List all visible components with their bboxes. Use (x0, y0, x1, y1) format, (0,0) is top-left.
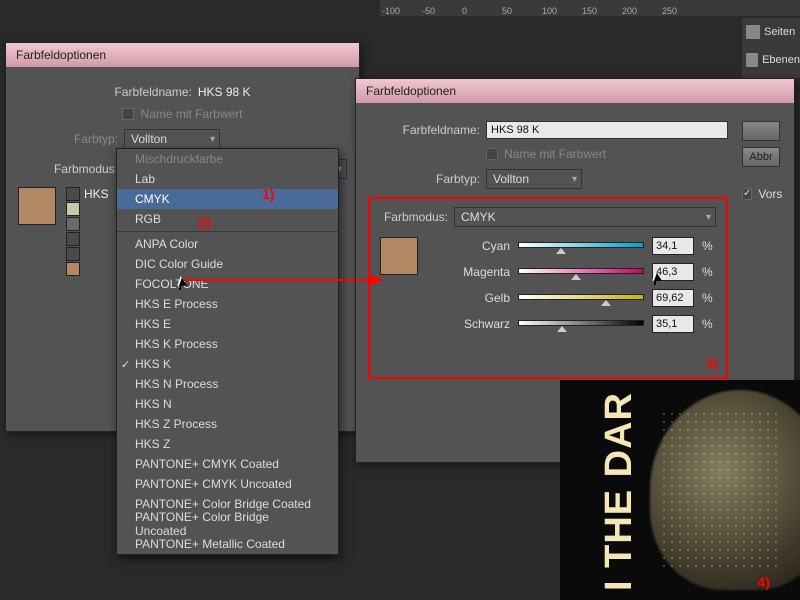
name-with-value-checkbox (122, 108, 134, 120)
dropdown-item[interactable]: HKS E (117, 314, 338, 334)
slider-label: Magenta (428, 265, 510, 279)
ok-button[interactable] (742, 121, 780, 141)
percent-label: % (702, 291, 716, 305)
layers-icon (746, 53, 758, 67)
slider-value-input[interactable]: 34,1 (652, 237, 694, 255)
dropdown-item[interactable]: HKS N Process (117, 374, 338, 394)
dropdown-item[interactable]: CMYK (117, 189, 338, 209)
dialog-title: Farbfeldoptionen (366, 84, 456, 98)
name-with-value-label: Name mit Farbwert (140, 107, 242, 121)
dropdown-item[interactable]: HKS E Process (117, 294, 338, 314)
percent-label: % (702, 265, 716, 279)
name-with-value-checkbox (486, 148, 498, 160)
cmyk-slider-row: Cyan 34,1 % (428, 237, 716, 255)
panel-tab-label: Seiten (764, 26, 795, 38)
dialog-title: Farbfeldoptionen (16, 48, 106, 62)
dropdown-item[interactable]: PANTONE+ CMYK Uncoated (117, 474, 338, 494)
annotation-arrow (184, 270, 384, 290)
cancel-button[interactable]: Abbr (742, 147, 780, 167)
slider-k[interactable] (518, 320, 644, 328)
panel-tabs: Seiten Ebenen (742, 18, 800, 78)
preview-label: Vors (758, 187, 782, 201)
swatch-name-label: Farbfeldname: (114, 85, 191, 99)
swatch-preview (18, 187, 56, 225)
color-type-select[interactable]: Vollton (486, 169, 582, 189)
dialog-titlebar[interactable]: Farbfeldoptionen (356, 79, 794, 103)
dropdown-item[interactable]: RGB (117, 209, 338, 229)
preview-checkbox[interactable] (742, 188, 752, 200)
color-mode-label: Farbmodus: (18, 162, 118, 176)
dropdown-item[interactable]: HKS Z Process (117, 414, 338, 434)
percent-label: % (702, 239, 716, 253)
dropdown-item[interactable]: HKS K (117, 354, 338, 374)
color-type-select: Vollton (124, 129, 220, 149)
swatch-list: HKS (66, 187, 109, 276)
name-with-value-label: Name mit Farbwert (504, 147, 606, 161)
swatch-name-value: HKS 98 K (198, 85, 251, 99)
swatch-label: HKS (84, 187, 109, 201)
percent-label: % (702, 317, 716, 331)
dropdown-item[interactable]: ANPA Color (117, 234, 338, 254)
slider-value-input[interactable]: 35,1 (652, 315, 694, 333)
panel-tab-pages[interactable]: Seiten (742, 18, 800, 46)
color-mode-label: Farbmodus: (380, 210, 448, 224)
cmyk-slider-row: Gelb 69,62 % (428, 289, 716, 307)
dropdown-item[interactable]: PANTONE+ Color Bridge Uncoated (117, 514, 338, 534)
swatch-preview (380, 237, 418, 275)
pages-icon (746, 25, 760, 39)
panel-tab-layers[interactable]: Ebenen (742, 46, 800, 74)
slider-label: Gelb (428, 291, 510, 305)
annotation-2: 2) (198, 214, 210, 230)
horizontal-ruler: -100-50050100150200250 (380, 0, 800, 16)
slider-y[interactable] (518, 294, 644, 302)
slider-m[interactable] (518, 268, 644, 276)
color-type-label: Farbtyp: (18, 132, 118, 146)
document-artwork: I THE DAR 4) (560, 380, 800, 600)
dialog-titlebar[interactable]: Farbfeldoptionen (6, 43, 359, 67)
swatch-name-label: Farbfeldname: (368, 123, 480, 137)
dropdown-item[interactable]: HKS K Process (117, 334, 338, 354)
slider-label: Schwarz (428, 317, 510, 331)
annotation-4: 4) (758, 574, 770, 590)
dropdown-item[interactable]: PANTONE+ Metallic Coated (117, 534, 338, 554)
panel-tab-label: Ebenen (762, 54, 800, 66)
color-mode-select[interactable]: CMYK (454, 207, 716, 227)
swatch-name-input[interactable] (486, 121, 728, 139)
dropdown-item[interactable]: PANTONE+ CMYK Coated (117, 454, 338, 474)
dropdown-item[interactable]: HKS Z (117, 434, 338, 454)
cmyk-slider-row: Magenta 46,3 % (428, 263, 716, 281)
cmyk-slider-row: Schwarz 35,1 % (428, 315, 716, 333)
slider-value-input[interactable]: 69,62 (652, 289, 694, 307)
annotation-1: 1) (262, 186, 274, 202)
dropdown-item[interactable]: Lab (117, 169, 338, 189)
artwork-text: I THE DAR (598, 392, 641, 591)
slider-label: Cyan (428, 239, 510, 253)
annotation-3: 3) (706, 355, 718, 371)
dropdown-item[interactable]: HKS N (117, 394, 338, 414)
color-mode-dropdown[interactable]: MischdruckfarbeLabCMYKRGBANPA ColorDIC C… (116, 148, 339, 555)
dropdown-item: Mischdruckfarbe (117, 149, 338, 169)
highlight-box-3: Farbmodus: CMYK Cyan 34,1 %Magenta 46,3 … (368, 197, 728, 379)
color-type-label: Farbtyp: (368, 172, 480, 186)
slider-c[interactable] (518, 242, 644, 250)
